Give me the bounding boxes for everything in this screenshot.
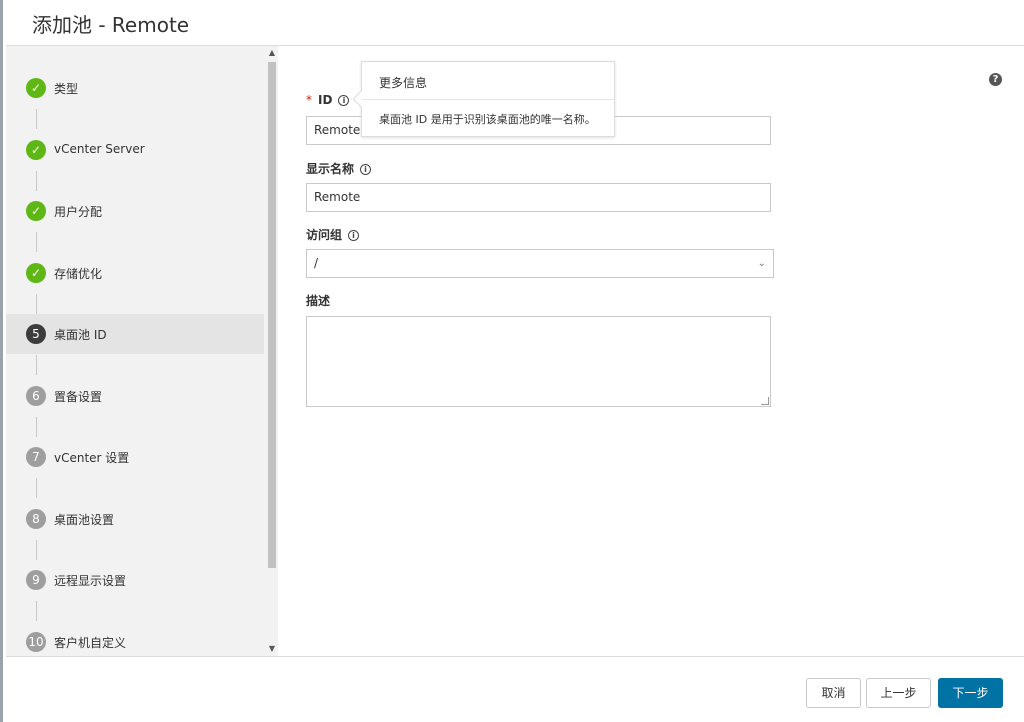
wizard-steps-sidebar: ✓ 类型 ✓ vCenter Server ✓ 用户分配 ✓ 存储优化 5 桌面… — [6, 46, 278, 656]
step-number-badge: 9 — [26, 570, 46, 590]
step-label: 置备设置 — [54, 390, 103, 404]
display-name-label: 显示名称 i — [306, 160, 372, 177]
popover-body: 桌面池 ID 是用于识别该桌面池的唯一名称。 — [379, 113, 596, 126]
step-number-badge: 6 — [26, 386, 46, 406]
step-label: 远程显示设置 — [54, 574, 127, 588]
step-desktop-pool-id[interactable]: 5 桌面池 ID — [6, 314, 264, 354]
check-icon: ✓ — [26, 140, 46, 160]
add-pool-dialog: 添加池 - Remote ✓ 类型 ✓ vCenter Server ✓ 用户分… — [0, 0, 1024, 722]
step-connector — [36, 355, 37, 375]
step-connector — [36, 232, 37, 252]
access-group-select[interactable]: / ⌄ — [306, 249, 774, 278]
step-remote-display-settings[interactable]: 9 远程显示设置 — [6, 560, 264, 600]
info-icon[interactable]: i — [348, 230, 360, 241]
step-label: 桌面池 ID — [54, 328, 107, 342]
dialog-title: 添加池 - Remote — [32, 13, 190, 37]
display-name-label-text: 显示名称 — [306, 162, 355, 176]
scroll-down-arrow-icon[interactable]: ▼ — [268, 645, 276, 653]
form-panel: ? * ID i Remote 显示名称 i Remote 访问组 i / ⌄ 描述 — [278, 46, 1024, 656]
dialog-footer: 取消 上一步 下一步 — [6, 656, 1024, 722]
step-connector — [36, 478, 37, 498]
check-icon: ✓ — [26, 201, 46, 221]
required-marker: * — [306, 93, 312, 107]
next-button[interactable]: 下一步 — [938, 678, 1003, 708]
step-connector — [36, 417, 37, 437]
resize-grip-icon[interactable] — [761, 397, 769, 405]
back-button[interactable]: 上一步 — [866, 678, 931, 708]
step-label: 存储优化 — [54, 267, 103, 281]
cancel-button[interactable]: 取消 — [806, 678, 861, 708]
scroll-thumb[interactable] — [268, 62, 276, 568]
step-user-assignment[interactable]: ✓ 用户分配 — [6, 191, 264, 231]
step-connector — [36, 294, 37, 314]
step-label: vCenter 设置 — [54, 451, 130, 465]
step-number-badge: 8 — [26, 509, 46, 529]
description-label: 描述 — [306, 292, 330, 309]
scroll-up-arrow-icon[interactable]: ▲ — [268, 49, 276, 57]
step-number-badge: 10 — [26, 632, 46, 652]
id-label-text: ID — [318, 93, 333, 107]
popover-divider — [362, 99, 614, 100]
step-label: 桌面池设置 — [54, 513, 115, 527]
step-number-badge: 7 — [26, 447, 46, 467]
step-provisioning-settings[interactable]: 6 置备设置 — [6, 376, 264, 416]
step-label: 类型 — [54, 82, 79, 96]
description-textarea[interactable] — [306, 316, 771, 407]
id-label: * ID i — [306, 93, 350, 107]
check-icon: ✓ — [26, 78, 46, 98]
sidebar-scrollbar[interactable]: ▲ ▼ — [266, 46, 278, 656]
help-icon[interactable]: ? — [989, 73, 1002, 86]
step-vcenter-server[interactable]: ✓ vCenter Server — [6, 130, 264, 170]
dialog-header: 添加池 - Remote — [6, 0, 1024, 46]
step-connector — [36, 171, 37, 191]
access-group-label: 访问组 i — [306, 226, 360, 243]
chevron-down-icon: ⌄ — [757, 258, 766, 269]
step-guest-customization[interactable]: 10 客户机自定义 — [6, 622, 264, 656]
step-connector — [36, 540, 37, 560]
display-name-input[interactable]: Remote — [306, 183, 771, 212]
check-icon: ✓ — [26, 263, 46, 283]
step-connector — [36, 601, 37, 621]
step-type[interactable]: ✓ 类型 — [6, 68, 264, 108]
step-label: vCenter Server — [54, 142, 145, 156]
step-number-badge: 5 — [26, 324, 46, 344]
step-vcenter-settings[interactable]: 7 vCenter 设置 — [6, 437, 264, 477]
step-desktop-pool-settings[interactable]: 8 桌面池设置 — [6, 499, 264, 539]
step-label: 用户分配 — [54, 205, 103, 219]
info-icon[interactable]: i — [338, 95, 350, 106]
step-storage-optimization[interactable]: ✓ 存储优化 — [6, 253, 264, 293]
info-popover: 更多信息 桌面池 ID 是用于识别该桌面池的唯一名称。 — [352, 61, 615, 137]
description-label-text: 描述 — [306, 294, 331, 308]
step-connector — [36, 109, 37, 129]
info-icon[interactable]: i — [360, 164, 372, 175]
popover-title: 更多信息 — [379, 76, 428, 90]
step-label: 客户机自定义 — [54, 636, 127, 650]
access-group-label-text: 访问组 — [306, 228, 343, 242]
access-group-value: / — [314, 256, 319, 270]
